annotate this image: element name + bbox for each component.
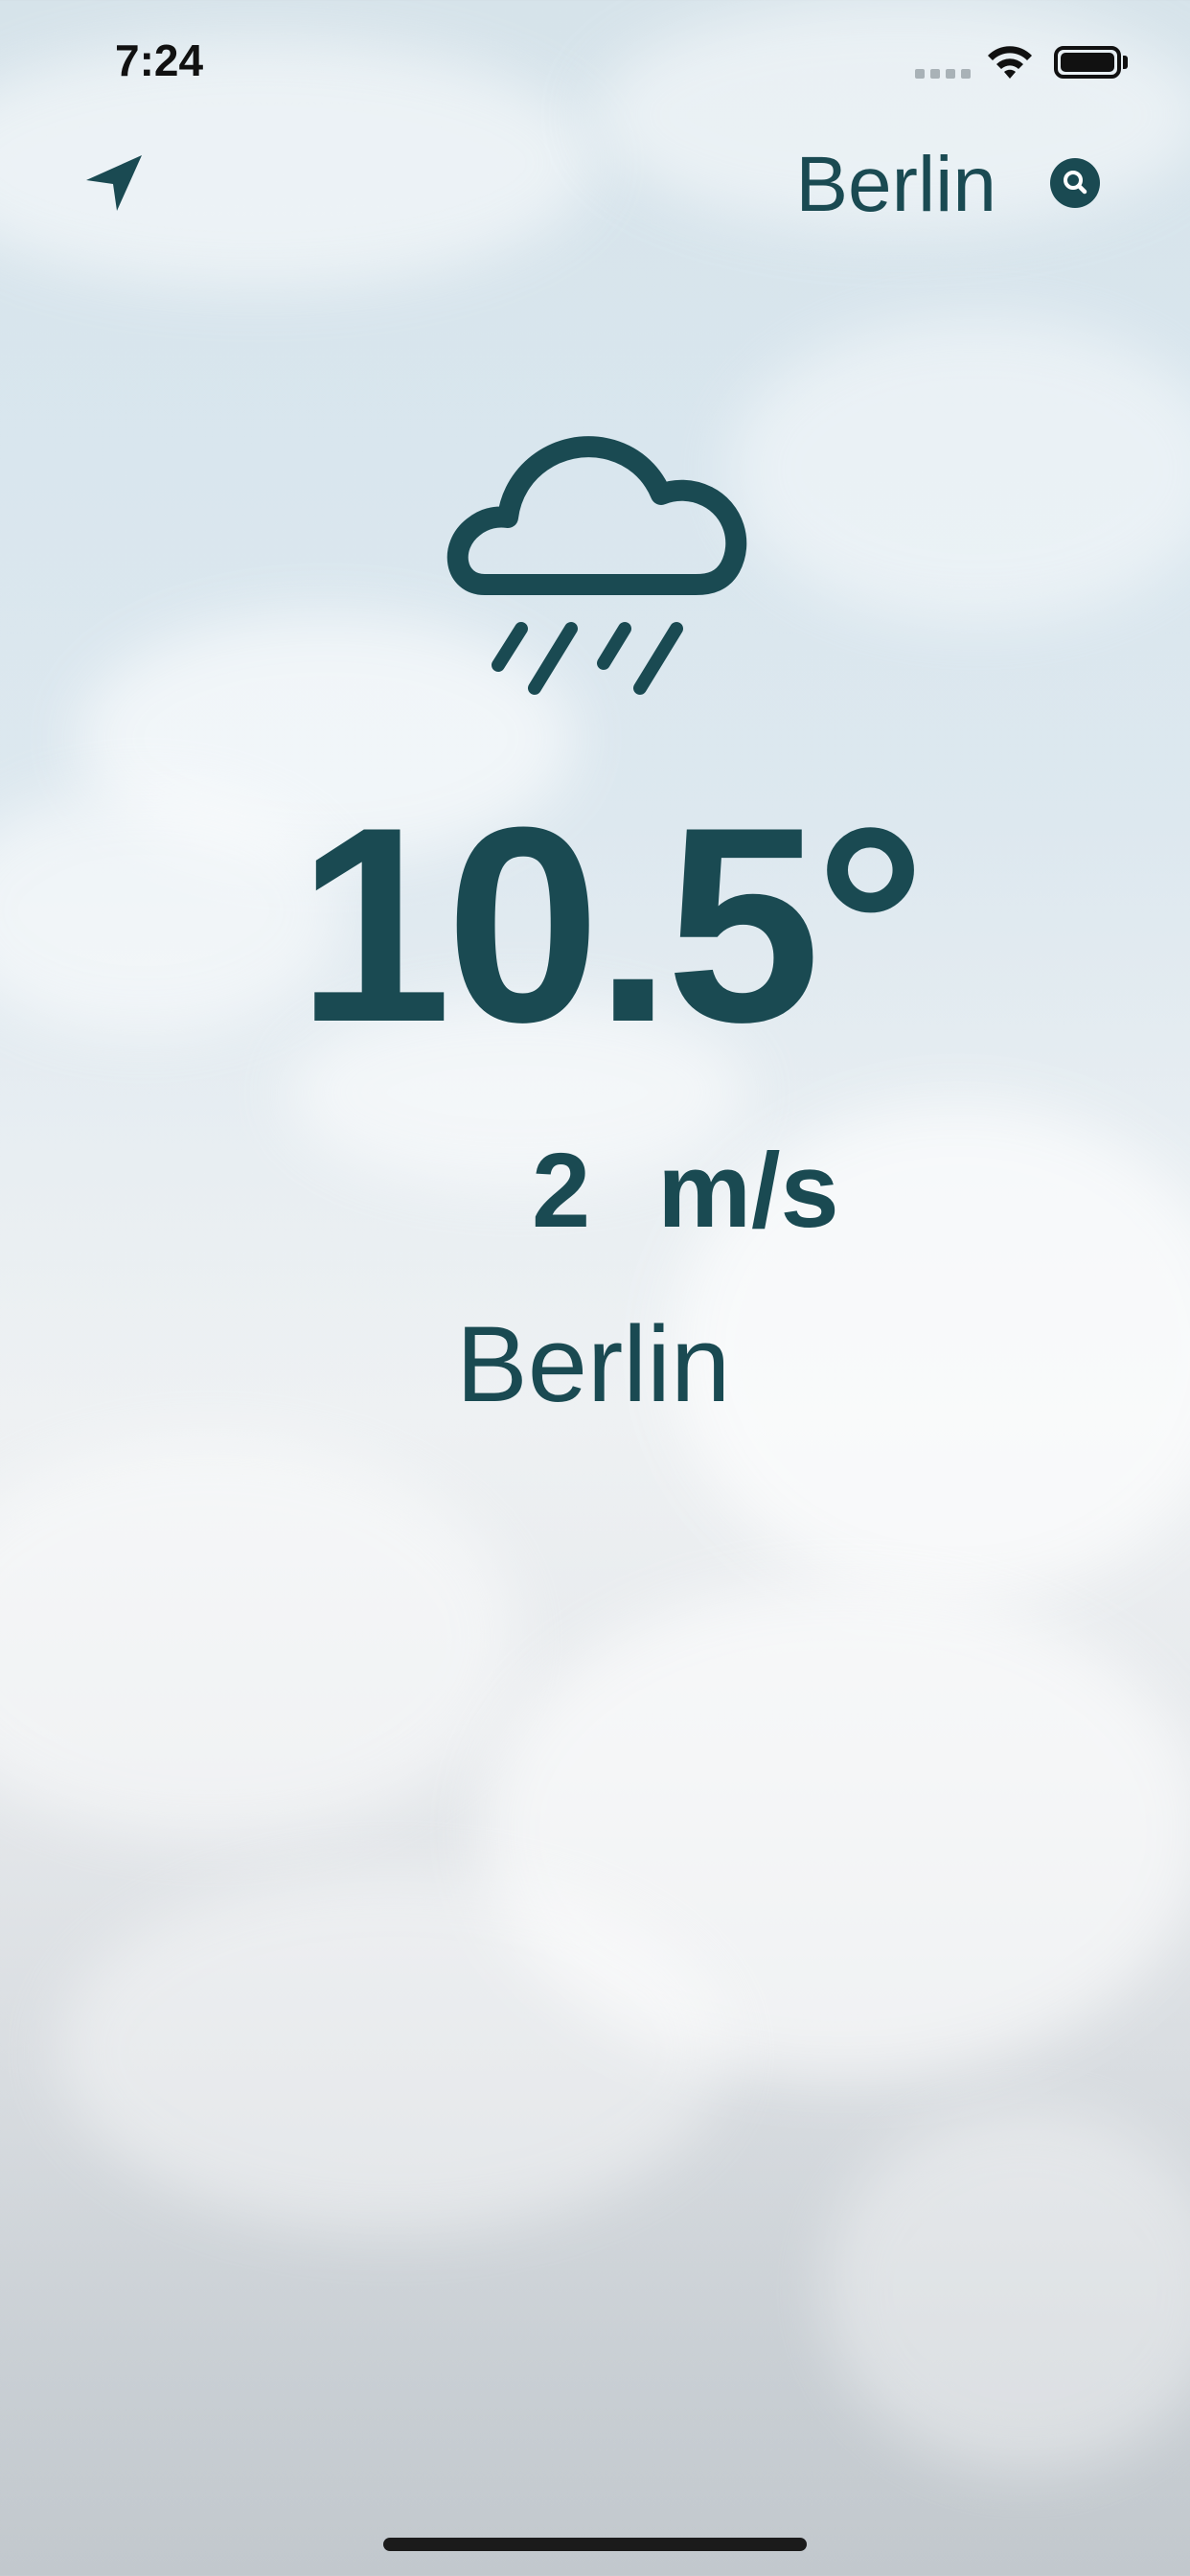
home-indicator[interactable] <box>383 2538 807 2551</box>
search-icon <box>1064 171 1087 195</box>
status-time: 7:24 <box>115 35 204 85</box>
wifi-icon <box>988 46 1032 79</box>
cellular-signal-icon <box>915 69 971 79</box>
status-bar: 7:24 <box>0 0 1190 126</box>
wind-speed-unit: m/s <box>657 1132 839 1250</box>
header-city: Berlin <box>795 141 996 228</box>
battery-cap <box>1123 56 1128 69</box>
location-arrow-icon[interactable] <box>82 151 146 215</box>
cloud-rain-icon <box>446 436 747 695</box>
wind-speed: 2 m/s <box>532 1138 839 1244</box>
search-button[interactable] <box>1050 158 1100 208</box>
wind-speed-value: 2 <box>532 1132 591 1250</box>
battery-icon <box>1054 46 1121 79</box>
city-name: Berlin <box>456 1304 731 1424</box>
temperature-value: 10.5° <box>297 770 926 1080</box>
